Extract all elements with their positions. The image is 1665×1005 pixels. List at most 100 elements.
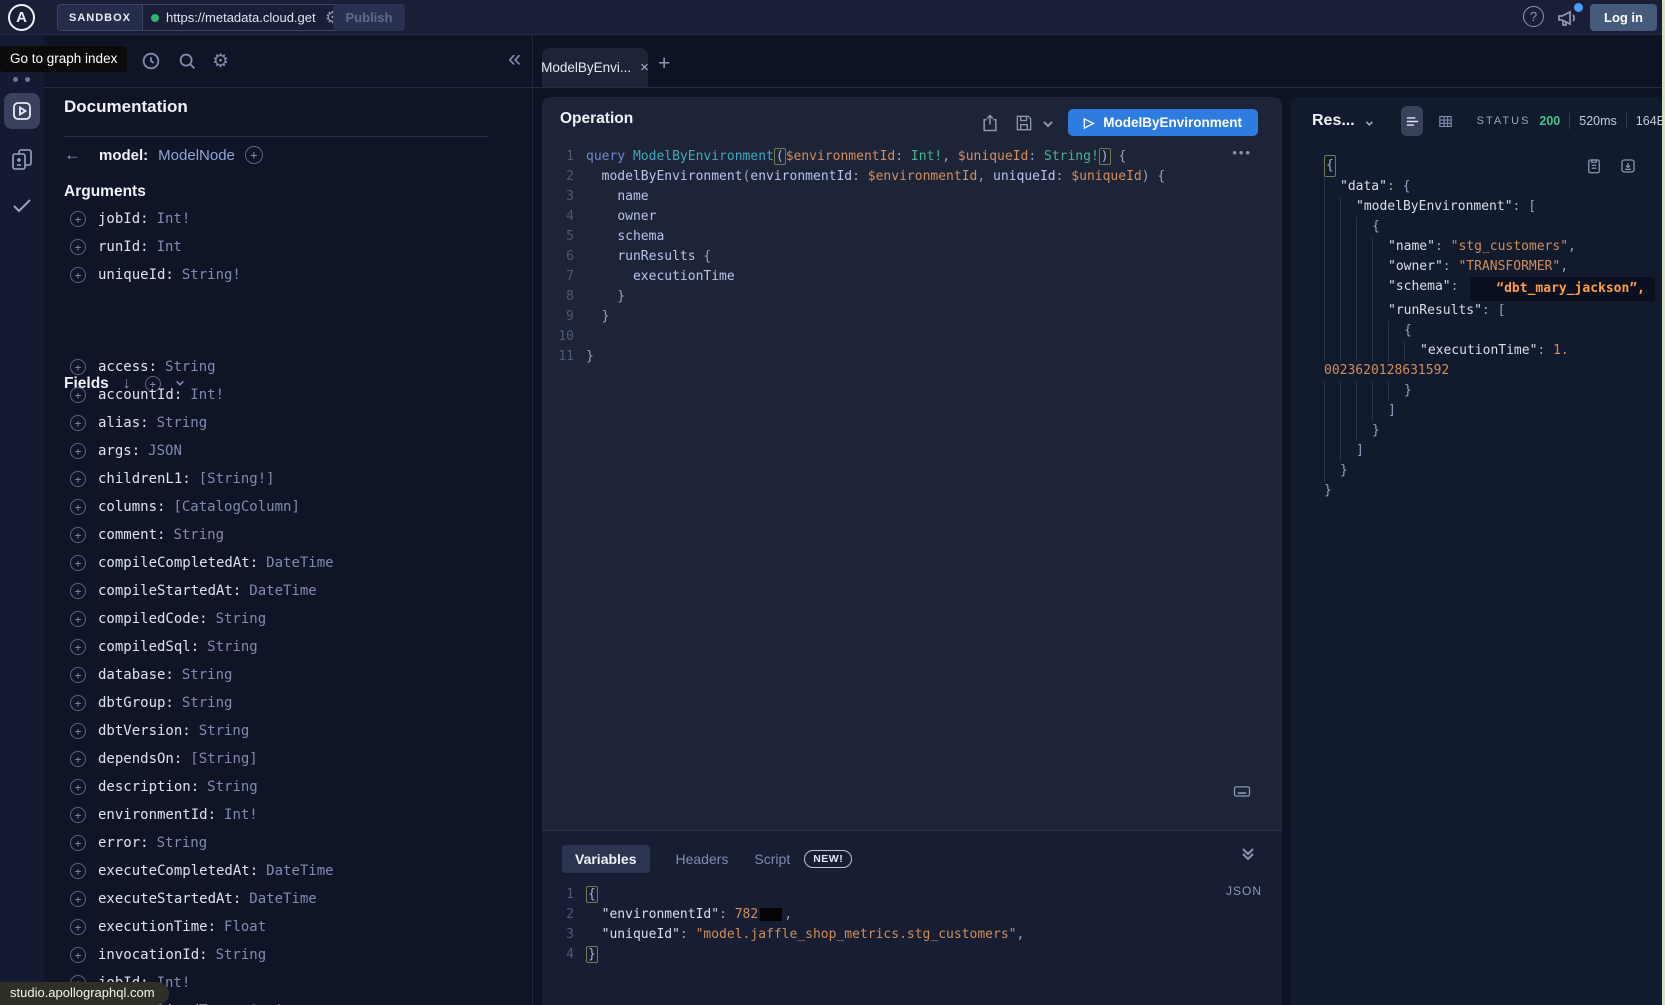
tree-view-button[interactable] xyxy=(1401,106,1423,136)
field-row[interactable]: +compiledCode:String xyxy=(64,605,524,633)
apollo-logo[interactable]: A xyxy=(8,4,35,31)
add-to-query-button[interactable]: + xyxy=(70,807,86,823)
login-button[interactable]: Log in xyxy=(1590,4,1657,31)
add-to-query-button[interactable]: + xyxy=(70,267,86,283)
field-row[interactable]: +alias:String xyxy=(64,409,524,437)
breadcrumb-type-link[interactable]: ModelNode xyxy=(158,147,235,164)
variables-code-editor[interactable]: 1{2 "environmentId": 782,3 "uniqueId": "… xyxy=(542,885,1282,965)
search-icon[interactable] xyxy=(176,50,198,72)
tab-modelbyenvironment[interactable]: ModelByEnvi... × xyxy=(542,48,648,87)
argument-row[interactable]: +jobId:Int! xyxy=(64,205,524,233)
field-row[interactable]: +executeCompletedAt:DateTime xyxy=(64,857,524,885)
help-icon[interactable]: ? xyxy=(1523,6,1544,27)
share-operation-icon[interactable] xyxy=(980,113,1000,133)
code-token: "TRANSFORMER" xyxy=(1458,257,1560,277)
field-row[interactable]: +access:String xyxy=(64,353,524,381)
field-type: Int xyxy=(157,239,182,255)
add-field-button[interactable]: + xyxy=(245,146,263,164)
history-icon[interactable] xyxy=(140,50,162,72)
add-to-query-button[interactable]: + xyxy=(70,779,86,795)
code-token: , xyxy=(1560,257,1568,277)
field-row[interactable]: +invocationId:String xyxy=(64,941,524,969)
run-operation-button[interactable]: ▷ ModelByEnvironment xyxy=(1068,109,1258,136)
argument-row[interactable]: +runId:Int xyxy=(64,233,524,261)
field-row[interactable]: +error:String xyxy=(64,829,524,857)
table-view-button[interactable] xyxy=(1435,106,1457,136)
field-row[interactable]: +compileStartedAt:DateTime xyxy=(64,577,524,605)
field-row[interactable]: +description:String xyxy=(64,773,524,801)
endpoint-url-input[interactable]: https://metadata.cloud.get xyxy=(166,10,318,25)
add-to-query-button[interactable]: + xyxy=(70,359,86,375)
response-json-viewer[interactable]: {"data": {"modelByEnvironment": [{"name"… xyxy=(1324,155,1654,501)
add-to-query-button[interactable]: + xyxy=(70,239,86,255)
field-row[interactable]: +dbtVersion:String xyxy=(64,717,524,745)
add-to-query-button[interactable]: + xyxy=(70,443,86,459)
indent-guide xyxy=(1356,401,1372,421)
field-row[interactable]: +dbtGroup:String xyxy=(64,689,524,717)
field-name: childrenL1: xyxy=(98,471,191,487)
field-row[interactable]: +executionTime:Float xyxy=(64,913,524,941)
explorer-play-icon xyxy=(10,99,34,123)
close-tab-icon[interactable]: × xyxy=(640,59,649,76)
field-row[interactable]: +compiledSql:String xyxy=(64,633,524,661)
field-row[interactable]: +columns:[CatalogColumn] xyxy=(64,493,524,521)
endpoint-url-box[interactable]: https://metadata.cloud.get ⚙ xyxy=(143,5,350,30)
add-to-query-button[interactable]: + xyxy=(70,611,86,627)
add-to-query-button[interactable]: + xyxy=(70,471,86,487)
collapse-panel-icon[interactable] xyxy=(1240,845,1256,863)
tab-headers[interactable]: Headers xyxy=(676,851,729,867)
save-operation-icon[interactable] xyxy=(1014,113,1034,133)
indent-guide xyxy=(1340,197,1356,217)
add-to-query-button[interactable]: + xyxy=(70,919,86,935)
code-token: : xyxy=(1443,257,1459,277)
status-url-bubble: studio.apollographql.com xyxy=(0,982,169,1005)
keyboard-shortcuts-icon[interactable] xyxy=(1232,781,1252,801)
add-to-query-button[interactable]: + xyxy=(70,415,86,431)
add-to-query-button[interactable]: + xyxy=(70,751,86,767)
field-row[interactable]: +compileCompletedAt:DateTime xyxy=(64,549,524,577)
add-to-query-button[interactable]: + xyxy=(70,863,86,879)
response-dropdown[interactable]: Res... xyxy=(1312,112,1355,130)
back-arrow-icon[interactable]: ← xyxy=(64,145,81,165)
field-row[interactable]: +dependsOn:[String] xyxy=(64,745,524,773)
settings-icon[interactable]: ⚙ xyxy=(212,50,234,72)
add-to-query-button[interactable]: + xyxy=(70,723,86,739)
add-to-query-button[interactable]: + xyxy=(70,639,86,655)
add-to-query-button[interactable]: + xyxy=(70,583,86,599)
save-menu-chevron-icon[interactable] xyxy=(1042,117,1054,129)
publish-button[interactable]: Publish xyxy=(333,4,405,31)
add-to-query-button[interactable]: + xyxy=(70,835,86,851)
tab-script[interactable]: Script xyxy=(754,851,790,867)
line-number: 4 xyxy=(542,207,586,227)
response-chevron-icon[interactable] xyxy=(1365,115,1374,128)
add-to-query-button[interactable]: + xyxy=(70,695,86,711)
add-to-query-button[interactable]: + xyxy=(70,211,86,227)
operation-code-editor[interactable]: 1query ModelByEnvironment($environmentId… xyxy=(542,147,1282,367)
add-to-query-button[interactable]: + xyxy=(70,527,86,543)
checklist-icon[interactable] xyxy=(10,193,34,217)
tab-variables[interactable]: Variables xyxy=(562,845,650,873)
add-to-query-button[interactable]: + xyxy=(70,387,86,403)
field-row[interactable]: +comment:String xyxy=(64,521,524,549)
add-to-query-button[interactable]: + xyxy=(70,891,86,907)
line-number: 9 xyxy=(542,307,586,327)
add-to-query-button[interactable]: + xyxy=(70,947,86,963)
schema-diff-icon[interactable] xyxy=(10,147,34,171)
field-row[interactable]: +accountId:Int! xyxy=(64,381,524,409)
collapse-sidebar-icon[interactable]: « xyxy=(508,45,521,73)
field-row[interactable]: +childrenL1:[String!] xyxy=(64,465,524,493)
argument-row[interactable]: +uniqueId:String! xyxy=(64,261,524,289)
add-to-query-button[interactable]: + xyxy=(70,555,86,571)
response-line: "executionTime": 1. xyxy=(1324,341,1654,361)
new-tab-button[interactable]: + xyxy=(658,52,670,76)
add-to-query-button[interactable]: + xyxy=(70,667,86,683)
field-row[interactable]: +args:JSON xyxy=(64,437,524,465)
add-to-query-button[interactable]: + xyxy=(70,499,86,515)
field-row[interactable]: +database:String xyxy=(64,661,524,689)
response-line: 0023620128631592 xyxy=(1324,361,1654,381)
explorer-nav-item[interactable] xyxy=(4,93,40,129)
field-row[interactable]: +environmentId:Int! xyxy=(64,801,524,829)
field-row[interactable]: +executeStartedAt:DateTime xyxy=(64,885,524,913)
code-token: $uniqueId xyxy=(958,149,1028,164)
field-type: String xyxy=(182,667,233,683)
